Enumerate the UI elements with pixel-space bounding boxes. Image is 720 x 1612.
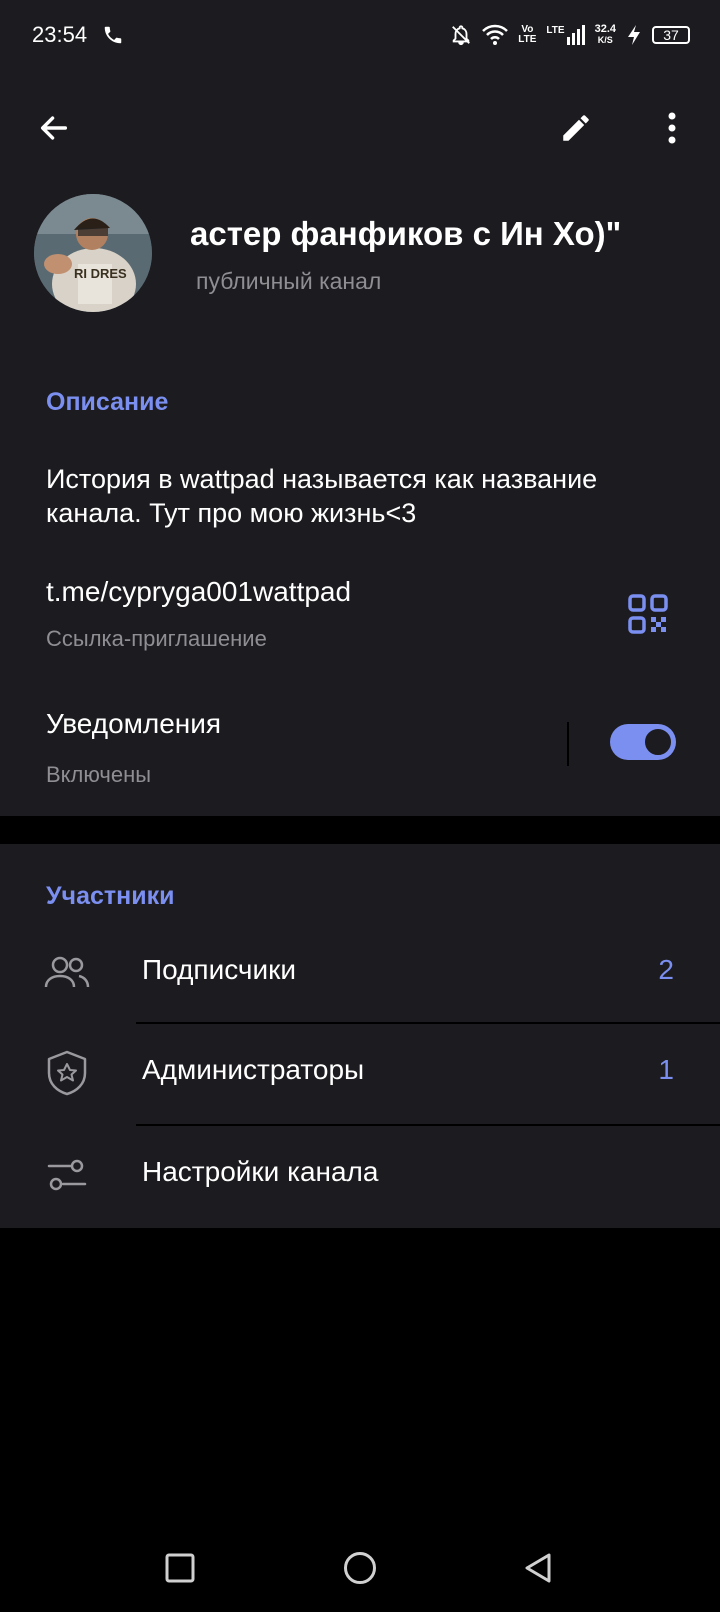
square-icon bbox=[165, 1553, 195, 1583]
subscribers-row[interactable] bbox=[0, 922, 720, 1022]
channel-title: астер фанфиков с Ин Хо)" bbox=[190, 215, 622, 252]
bell-off-icon bbox=[452, 25, 471, 46]
channel-avatar[interactable]: RI DRES bbox=[34, 194, 152, 312]
charging-icon bbox=[628, 25, 640, 45]
members-section-title: Участники bbox=[46, 882, 175, 910]
edit-button[interactable] bbox=[552, 104, 600, 152]
channel-description: История в wattpad называется как названи… bbox=[46, 464, 598, 528]
circle-icon bbox=[344, 1552, 376, 1584]
subscribers-label: Подписчики bbox=[142, 954, 297, 985]
invite-link-caption: Ссылка-приглашение bbox=[46, 626, 267, 651]
qr-code-icon bbox=[628, 594, 668, 634]
notifications-state: Включены bbox=[46, 762, 152, 787]
notifications-toggle[interactable] bbox=[610, 724, 676, 760]
recents-button[interactable] bbox=[150, 1538, 210, 1598]
status-bar: 23:54 Vo LTE LTE 32.4 K/S 37 bbox=[0, 0, 720, 72]
row-icon-wrap bbox=[40, 1148, 94, 1202]
shield-star-icon bbox=[47, 1050, 87, 1096]
svg-text:RI DRES: RI DRES bbox=[74, 266, 127, 281]
channel-type: публичный канал bbox=[196, 268, 382, 294]
triangle-back-icon bbox=[525, 1553, 551, 1583]
more-button[interactable] bbox=[648, 104, 696, 152]
home-button[interactable] bbox=[330, 1538, 390, 1598]
description-section-title: Описание bbox=[46, 388, 169, 416]
invite-link[interactable]: t.me/cypryga001wattpad bbox=[46, 576, 351, 608]
row-icon-wrap bbox=[40, 1046, 94, 1100]
phone-icon bbox=[104, 26, 122, 44]
arrow-left-icon bbox=[40, 116, 68, 140]
more-vertical-icon bbox=[668, 112, 676, 144]
wifi-icon bbox=[482, 24, 509, 45]
notifications-label[interactable]: Уведомления bbox=[46, 708, 221, 740]
system-nav-bar bbox=[0, 1520, 720, 1612]
channel-settings-label: Настройки канала bbox=[142, 1156, 379, 1187]
status-time: 23:54 bbox=[32, 22, 88, 47]
subscribers-count: 2 bbox=[658, 954, 674, 985]
admins-label: Администраторы bbox=[142, 1054, 365, 1085]
signal-icon: LTE bbox=[546, 25, 585, 45]
admins-count: 1 bbox=[658, 1054, 674, 1085]
volte-icon: Vo LTE bbox=[518, 24, 537, 45]
divider bbox=[567, 722, 569, 766]
back-nav-button[interactable] bbox=[508, 1538, 568, 1598]
qr-code-button[interactable] bbox=[628, 594, 668, 634]
pencil-icon bbox=[563, 115, 589, 141]
status-icons: Vo LTE LTE 32.4 K/S 37 bbox=[450, 20, 690, 50]
back-button[interactable] bbox=[30, 104, 78, 152]
battery-icon: 37 bbox=[652, 26, 690, 44]
avatar-photo: RI DRES bbox=[34, 194, 152, 312]
net-speed: 32.4 K/S bbox=[594, 23, 616, 46]
row-icon-wrap bbox=[40, 946, 94, 1000]
users-icon bbox=[44, 956, 90, 988]
toggle-knob bbox=[642, 726, 674, 758]
sliders-icon bbox=[47, 1159, 87, 1191]
